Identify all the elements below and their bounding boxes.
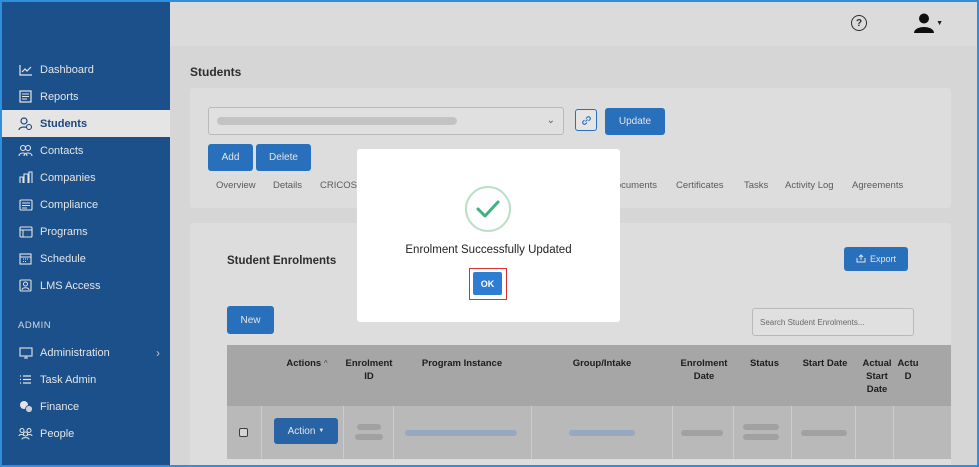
ok-button-highlight: OK — [469, 268, 507, 300]
success-check-icon — [465, 186, 511, 232]
ok-button[interactable]: OK — [473, 272, 502, 295]
app-window: Dashboard Reports Students Contacts Comp… — [0, 0, 979, 467]
success-dialog: Enrolment Successfully Updated OK — [357, 149, 620, 322]
dialog-message: Enrolment Successfully Updated — [405, 244, 572, 256]
